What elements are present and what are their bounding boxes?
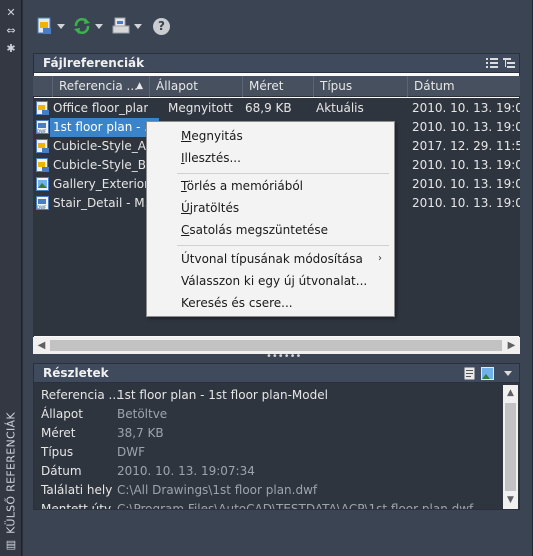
column-size[interactable]: Méret: [243, 76, 314, 97]
menu-item-open[interactable]: Megnyitás: [147, 125, 394, 147]
scroll-thumb[interactable]: [505, 403, 516, 491]
menu-separator: [177, 245, 389, 246]
autohide-icon[interactable]: ⇔: [3, 24, 19, 38]
column-date[interactable]: Dátum: [408, 76, 520, 97]
file-references-header[interactable]: Fájlreferenciák: [33, 53, 520, 73]
menu-item-reload[interactable]: Újratöltés: [147, 197, 394, 219]
svg-text:DWF: DWF: [37, 129, 47, 134]
refresh-icon: [74, 18, 90, 34]
scroll-thumb[interactable]: [50, 340, 502, 351]
dwf-file-icon: DWF: [36, 120, 49, 134]
detail-row: Találati hely C:\All Drawings\1st floor …: [41, 483, 318, 497]
chevron-right-icon: ›: [378, 253, 382, 264]
properties-icon[interactable]: ▤: [3, 538, 19, 552]
dwg-file-icon: [36, 139, 49, 153]
column-header: Referencia ... ▲ Állapot Méret Típus Dát…: [33, 76, 520, 97]
details-title: Részletek: [43, 366, 109, 380]
chevron-down-icon[interactable]: [504, 371, 512, 376]
details-view-icon[interactable]: [464, 367, 475, 380]
chevron-down-icon[interactable]: [57, 23, 65, 29]
image-file-icon: [36, 177, 49, 191]
details-list: Referencia ... 1st floor plan - 1st floo…: [33, 383, 520, 510]
file-references-title: Fájlreferenciák: [43, 56, 145, 70]
vertical-scrollbar[interactable]: ▲ ▼: [503, 385, 518, 509]
detail-row: Mentett útv... C:\Program Files\AutoCAD\…: [41, 502, 474, 510]
toolbar: ?: [23, 10, 523, 40]
sort-ascending-icon: ▲: [136, 81, 143, 91]
menu-item-change-path-type[interactable]: Útvonal típusának módosítása ›: [147, 248, 394, 270]
scroll-down-icon[interactable]: ▼: [503, 493, 518, 508]
chevron-down-icon[interactable]: [134, 23, 142, 29]
list-view-icon[interactable]: [486, 58, 498, 69]
column-status[interactable]: Állapot: [150, 76, 243, 97]
detail-row: Állapot Betöltve: [41, 407, 168, 421]
change-path-icon: [112, 17, 130, 34]
menu-item-select-new-path[interactable]: Válasszon ki egy új útvonalat...: [147, 270, 394, 292]
scroll-right-icon[interactable]: ▶: [504, 338, 519, 353]
column-reference-name[interactable]: Referencia ... ▲: [53, 76, 150, 97]
detail-row: Referencia ... 1st floor plan - 1st floo…: [41, 388, 328, 402]
menu-item-unload[interactable]: Törlés a memóriából: [147, 175, 394, 197]
context-menu: Megnyitás Illesztés... Törlés a memóriáb…: [146, 121, 395, 317]
dwf-file-icon: DWF: [36, 196, 49, 210]
column-icon: [33, 76, 53, 97]
scroll-up-icon[interactable]: ▲: [503, 386, 518, 401]
chevron-down-icon[interactable]: [95, 23, 103, 29]
menu-item-detach[interactable]: Csatolás megszüntetése: [147, 219, 394, 241]
help-icon: ?: [153, 17, 170, 35]
tree-view-icon[interactable]: [503, 58, 515, 69]
close-icon[interactable]: ✕: [3, 6, 19, 20]
svg-text:DWF: DWF: [37, 205, 47, 210]
dwg-file-icon: [36, 158, 49, 172]
menu-separator: [177, 173, 389, 174]
attach-dwg-icon: [37, 17, 51, 34]
change-path-button[interactable]: [112, 15, 142, 37]
table-row[interactable]: Office floor_plan Megnyitott 68,9 KB Akt…: [33, 99, 520, 118]
palette-title: KÜLSŐ REFERENCIÁK: [4, 412, 18, 534]
details-header[interactable]: Részletek: [33, 363, 520, 383]
scroll-left-icon[interactable]: ◀: [34, 338, 49, 353]
dwg-file-icon: [36, 101, 49, 115]
detail-row: Dátum 2010. 10. 13. 19:07:34: [41, 464, 255, 478]
detail-row: Típus DWF: [41, 445, 146, 459]
menu-item-attach[interactable]: Illesztés...: [147, 147, 394, 169]
detail-row: Méret 38,7 KB: [41, 426, 164, 440]
panel-splitter[interactable]: ••••••: [266, 352, 301, 362]
help-button[interactable]: ?: [153, 15, 170, 37]
column-type[interactable]: Típus: [314, 76, 408, 97]
refresh-button[interactable]: [73, 15, 103, 37]
palette-title-strip: ✕ ⇔ ✱ KÜLSŐ REFERENCIÁK ▤: [0, 0, 22, 556]
menu-item-find-replace[interactable]: Keresés és csere...: [147, 292, 394, 314]
gear-icon[interactable]: ✱: [3, 42, 19, 56]
preview-icon[interactable]: [481, 367, 494, 380]
attach-dwg-button[interactable]: [37, 15, 65, 37]
